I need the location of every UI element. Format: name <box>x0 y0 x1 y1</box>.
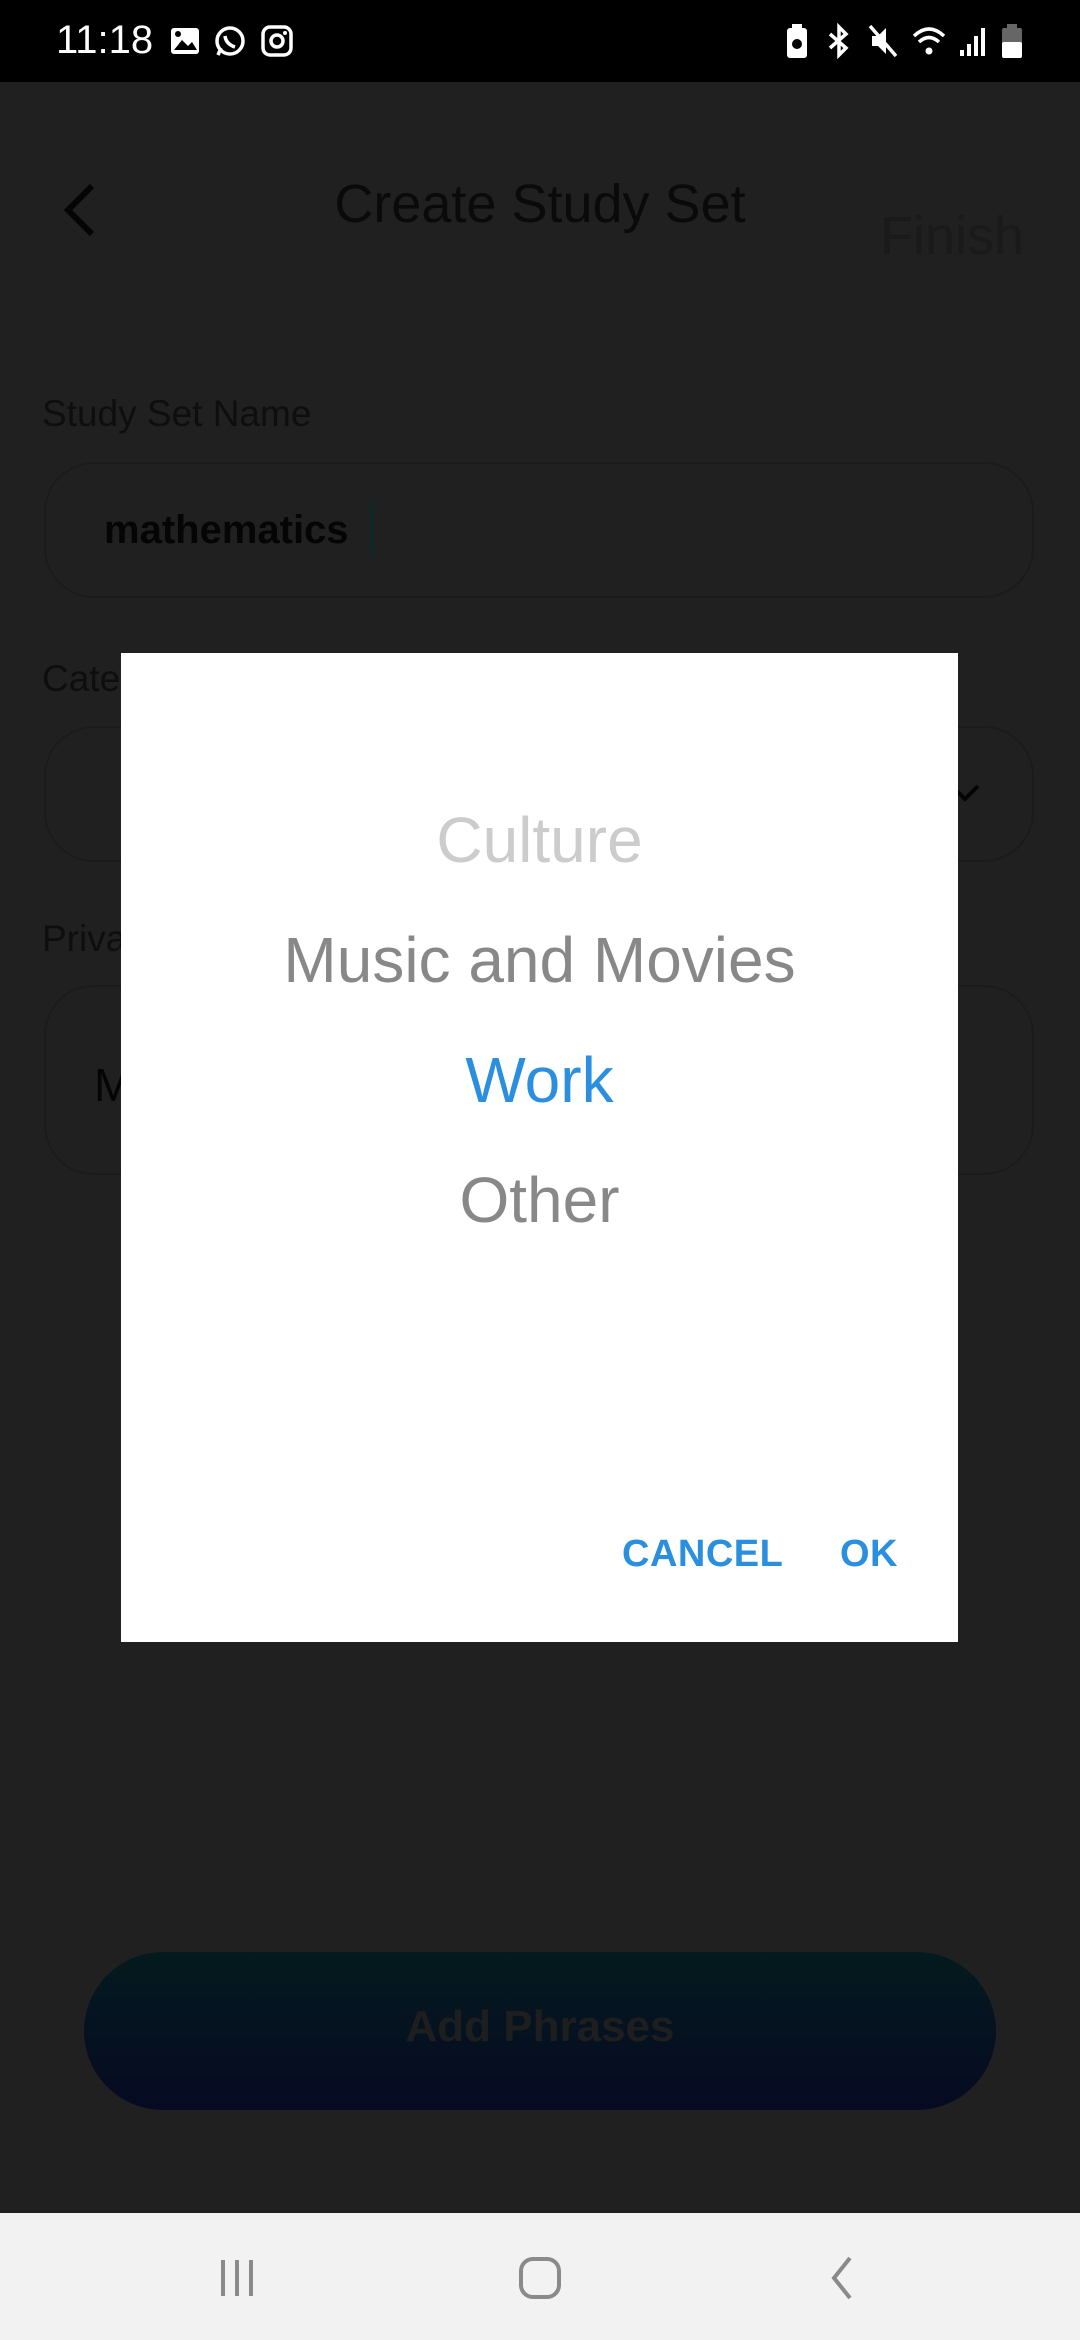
back-arrow-icon[interactable] <box>56 180 106 240</box>
privacy-label: Priva <box>42 918 127 959</box>
recent-apps-icon[interactable] <box>215 2256 259 2300</box>
cancel-button[interactable]: CANCEL <box>622 1533 783 1576</box>
picker-option-music-and-movies[interactable]: Music and Movies <box>121 923 958 997</box>
instagram-icon <box>261 25 293 57</box>
navigation-bar <box>0 2213 1080 2340</box>
study-set-name-label: Study Set Name <box>42 393 312 434</box>
text-cursor <box>370 500 373 558</box>
back-icon[interactable] <box>820 2256 864 2300</box>
finish-button[interactable]: Finish <box>880 205 1024 267</box>
gallery-icon <box>171 28 199 54</box>
battery-saver-icon <box>787 24 807 58</box>
wifi-icon <box>912 27 946 55</box>
add-phrases-button[interactable]: Add Phrases <box>84 1952 996 2110</box>
whatsapp-icon <box>215 26 245 56</box>
picker-option-other[interactable]: Other <box>121 1163 958 1237</box>
home-icon[interactable] <box>518 2256 562 2300</box>
status-time: 11:18 <box>56 18 154 62</box>
category-label: Cate <box>42 658 121 699</box>
battery-icon <box>1002 24 1022 58</box>
bluetooth-icon <box>828 22 849 60</box>
add-phrases-label: Add Phrases <box>405 2002 675 2051</box>
picker-option-work-selected[interactable]: Work <box>121 1043 958 1117</box>
mute-icon <box>868 24 898 58</box>
study-set-name-value: mathematics <box>104 508 349 552</box>
category-picker-dialog: Culture Music and Movies Work Other CANC… <box>121 653 958 1642</box>
signal-icon <box>960 28 985 56</box>
page-title: Create Study Set <box>334 174 746 234</box>
ok-button[interactable]: OK <box>840 1533 898 1576</box>
status-bar: 11:18 <box>0 0 1080 82</box>
picker-option-culture[interactable]: Culture <box>121 803 958 877</box>
